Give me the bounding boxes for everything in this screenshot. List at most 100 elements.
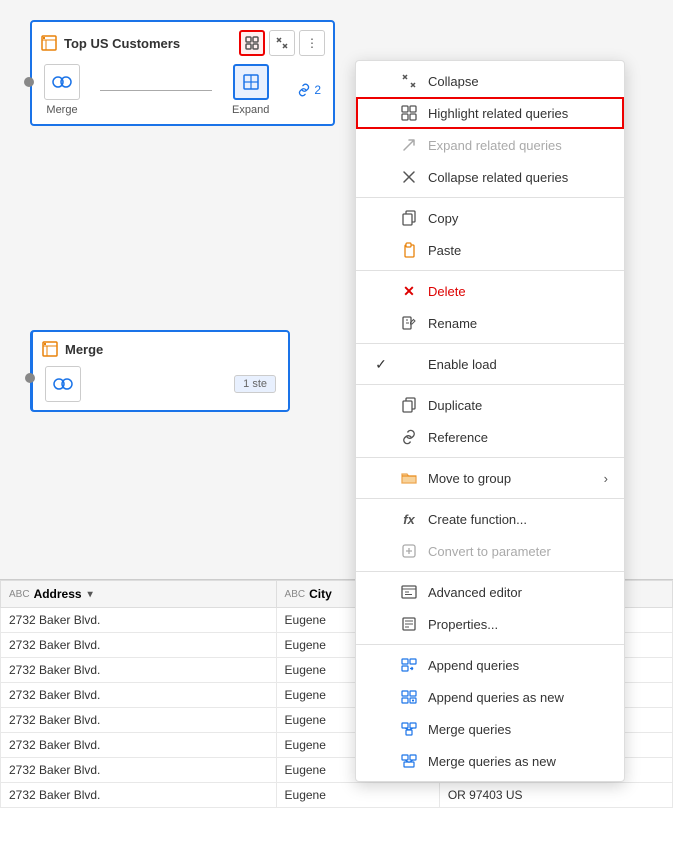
step-connector-line <box>100 90 212 91</box>
merge-step: Merge <box>44 64 80 116</box>
menu-item-rename[interactable]: Rename <box>356 307 624 339</box>
divider-4 <box>356 384 624 385</box>
divider-8 <box>356 644 624 645</box>
menu-label-enable-load: Enable load <box>428 357 608 372</box>
highlight-queries-button[interactable] <box>239 30 265 56</box>
merge-step-label: Merge <box>46 104 77 116</box>
collapse-related-icon <box>400 168 418 186</box>
divider-6 <box>356 498 624 499</box>
menu-label-create-function: Create function... <box>428 512 608 527</box>
menu-item-properties[interactable]: Properties... <box>356 608 624 640</box>
menu-item-paste[interactable]: Paste <box>356 234 624 266</box>
menu-item-append-queries-new[interactable]: Append queries as new <box>356 681 624 713</box>
menu-item-collapse[interactable]: Collapse <box>356 65 624 97</box>
menu-label-highlight: Highlight related queries <box>428 106 608 121</box>
menu-label-expand-related: Expand related queries <box>428 138 608 153</box>
enable-load-check: ✓ <box>372 356 390 373</box>
menu-label-rename: Rename <box>428 316 608 331</box>
expand-step-icon <box>233 64 269 100</box>
menu-item-enable-load[interactable]: ✓ Enable load <box>356 348 624 380</box>
input-connector <box>24 77 34 87</box>
menu-label-copy: Copy <box>428 211 608 226</box>
merge-node: Merge 1 ste <box>30 330 290 412</box>
properties-icon <box>400 615 418 633</box>
divider-2 <box>356 270 624 271</box>
enable-load-icon <box>400 355 418 373</box>
menu-item-duplicate[interactable]: Duplicate <box>356 389 624 421</box>
menu-item-delete[interactable]: ✕ Delete <box>356 275 624 307</box>
more-options-button[interactable]: ⋮ <box>299 30 325 56</box>
merge-step-icon <box>44 64 80 100</box>
expand-step-label: Expand <box>232 104 269 116</box>
append-queries-new-icon <box>400 688 418 706</box>
move-group-icon <box>400 469 418 487</box>
top-node-title: Top US Customers <box>64 36 180 51</box>
reference-icon <box>400 428 418 446</box>
canvas-area: Top US Customers <box>0 0 673 580</box>
menu-item-copy[interactable]: Copy <box>356 202 624 234</box>
expand-step: Expand <box>232 64 269 116</box>
merge-queries-icon <box>400 720 418 738</box>
node-title: Top US Customers <box>40 34 180 52</box>
table-row: 2732 Baker Blvd. Eugene OR 97403 US <box>1 783 673 808</box>
context-menu: Collapse Highlight related queries <box>355 60 625 782</box>
divider-5 <box>356 457 624 458</box>
link-count: 2 <box>314 83 321 97</box>
merge-input-connector <box>25 373 35 383</box>
menu-label-collapse: Collapse <box>428 74 608 89</box>
paste-icon <box>400 241 418 259</box>
menu-item-merge-queries-new[interactable]: Merge queries as new <box>356 745 624 777</box>
menu-item-merge-queries[interactable]: Merge queries <box>356 713 624 745</box>
expand-related-icon <box>400 136 418 154</box>
menu-label-paste: Paste <box>428 243 608 258</box>
move-group-arrow: › <box>604 471 608 486</box>
delete-icon: ✕ <box>400 282 418 300</box>
collapse-button[interactable] <box>269 30 295 56</box>
divider-3 <box>356 343 624 344</box>
rename-icon <box>400 314 418 332</box>
menu-label-move-to-group: Move to group <box>428 471 594 486</box>
merge-step-badge: 1 ste <box>234 375 276 393</box>
merge-inner-step-icon <box>45 366 81 402</box>
adv-editor-icon <box>400 583 418 601</box>
merge-node-title: Merge <box>65 342 103 357</box>
menu-label-convert-parameter: Convert to parameter <box>428 544 608 559</box>
collapse-icon <box>400 72 418 90</box>
menu-label-delete: Delete <box>428 284 608 299</box>
address-dropdown-icon[interactable]: ▾ <box>88 589 93 600</box>
menu-label-append-queries-new: Append queries as new <box>428 690 608 705</box>
create-fn-icon: fx <box>400 510 418 528</box>
menu-label-append-queries: Append queries <box>428 658 608 673</box>
menu-item-advanced-editor[interactable]: Advanced editor <box>356 576 624 608</box>
highlight-icon <box>400 104 418 122</box>
menu-label-collapse-related: Collapse related queries <box>428 170 608 185</box>
append-queries-icon <box>400 656 418 674</box>
menu-item-expand-related: Expand related queries <box>356 129 624 161</box>
col-header-address[interactable]: ABC Address ▾ <box>1 581 277 608</box>
top-us-customers-node: Top US Customers <box>30 20 335 126</box>
divider-1 <box>356 197 624 198</box>
menu-item-reference[interactable]: Reference <box>356 421 624 453</box>
convert-param-icon <box>400 542 418 560</box>
menu-item-highlight[interactable]: Highlight related queries <box>356 97 624 129</box>
merge-queries-new-icon <box>400 752 418 770</box>
merge-node-title-wrap: Merge <box>41 340 103 358</box>
menu-item-convert-parameter: Convert to parameter <box>356 535 624 567</box>
menu-label-properties: Properties... <box>428 617 608 632</box>
merge-table-icon <box>41 340 59 358</box>
table-icon <box>40 34 58 52</box>
menu-item-collapse-related[interactable]: Collapse related queries <box>356 161 624 193</box>
menu-label-duplicate: Duplicate <box>428 398 608 413</box>
ellipsis-icon: ⋮ <box>306 36 318 50</box>
copy-icon <box>400 209 418 227</box>
menu-item-move-to-group[interactable]: Move to group › <box>356 462 624 494</box>
menu-label-merge-queries: Merge queries <box>428 722 608 737</box>
divider-7 <box>356 571 624 572</box>
link-badge[interactable]: 2 <box>297 83 321 97</box>
menu-label-merge-queries-new: Merge queries as new <box>428 754 608 769</box>
menu-item-create-function[interactable]: fx Create function... <box>356 503 624 535</box>
duplicate-icon <box>400 396 418 414</box>
menu-item-append-queries[interactable]: Append queries <box>356 649 624 681</box>
node-action-buttons: ⋮ <box>239 30 325 56</box>
menu-label-advanced-editor: Advanced editor <box>428 585 608 600</box>
